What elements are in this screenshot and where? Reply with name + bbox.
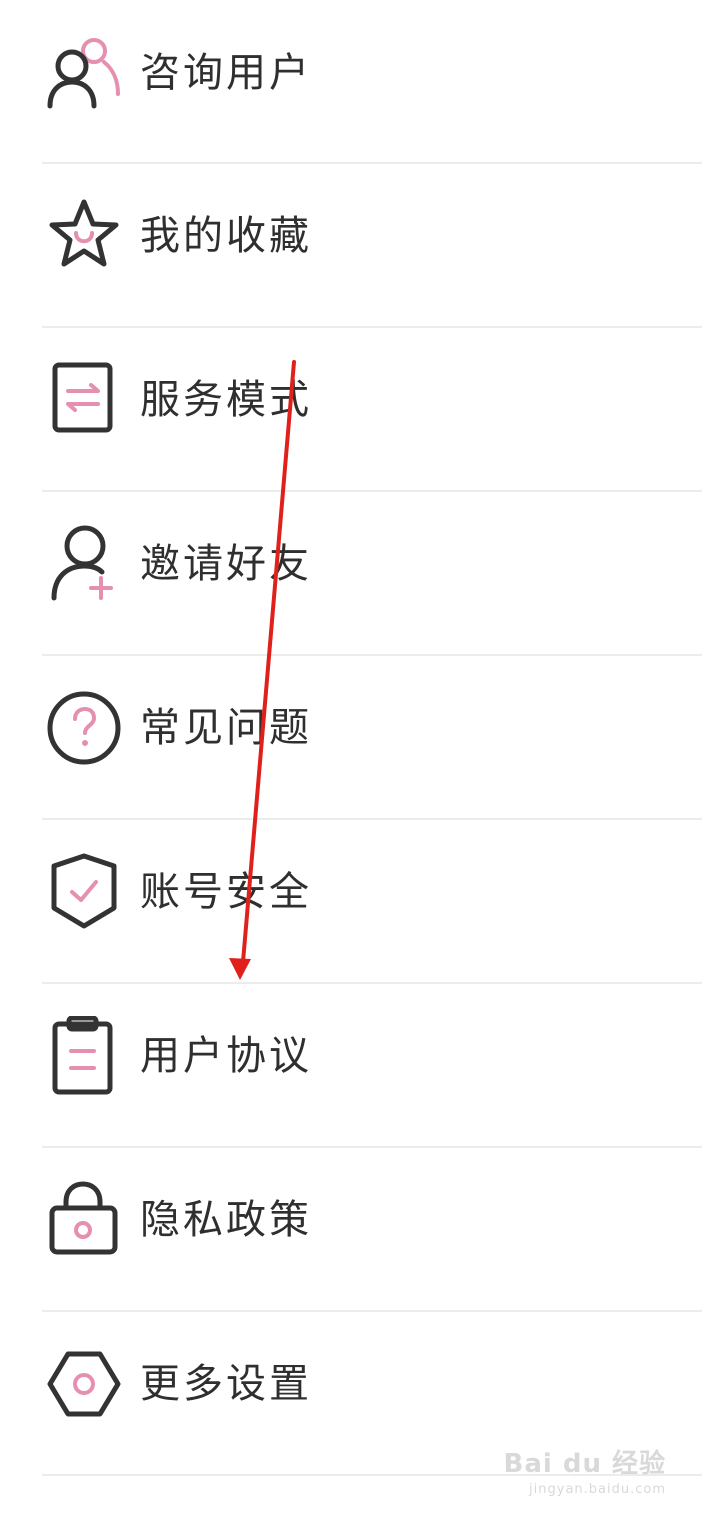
menu-item-invite-friends[interactable]: 邀请好友	[0, 492, 702, 656]
watermark-url: jingyan.baidu.com	[529, 1482, 666, 1497]
shield-check-icon	[44, 852, 124, 932]
watermark-brand: Bai du 经验	[503, 1449, 666, 1479]
menu-item-consult-users[interactable]: 咨询用户	[0, 0, 702, 164]
lock-icon	[44, 1180, 124, 1260]
question-icon	[44, 688, 124, 768]
menu-item-service-mode[interactable]: 服务模式	[0, 328, 702, 492]
add-friend-icon	[44, 524, 124, 604]
menu-item-label: 用户协议	[140, 1033, 312, 1079]
menu-item-label: 账号安全	[140, 869, 312, 915]
baidu-jingyan-watermark: Bai du 经验 jingyan.baidu.com	[504, 1443, 667, 1497]
menu-item-account-security[interactable]: 账号安全	[0, 820, 702, 984]
settings-hexagon-icon	[44, 1344, 124, 1424]
menu-item-label: 更多设置	[140, 1361, 312, 1407]
menu-item-label: 常见问题	[140, 705, 312, 751]
menu-item-label: 服务模式	[140, 377, 312, 423]
star-icon	[44, 196, 124, 276]
menu-item-faq[interactable]: 常见问题	[0, 656, 702, 820]
profile-menu-list: 咨询用户 我的收藏 服务模式 邀请好友 常见问题 账号安全 用户协议 隐私政策 …	[0, 0, 702, 1476]
menu-item-label: 咨询用户	[140, 50, 312, 96]
menu-item-favorites[interactable]: 我的收藏	[0, 164, 702, 328]
menu-item-user-agreement[interactable]: 用户协议	[0, 984, 702, 1148]
menu-item-label: 邀请好友	[140, 541, 312, 587]
switch-mode-icon	[44, 360, 124, 440]
menu-item-label: 我的收藏	[140, 213, 312, 259]
menu-item-privacy-policy[interactable]: 隐私政策	[0, 1148, 702, 1312]
menu-item-label: 隐私政策	[140, 1197, 312, 1243]
clipboard-icon	[44, 1016, 124, 1096]
users-icon	[44, 34, 124, 114]
